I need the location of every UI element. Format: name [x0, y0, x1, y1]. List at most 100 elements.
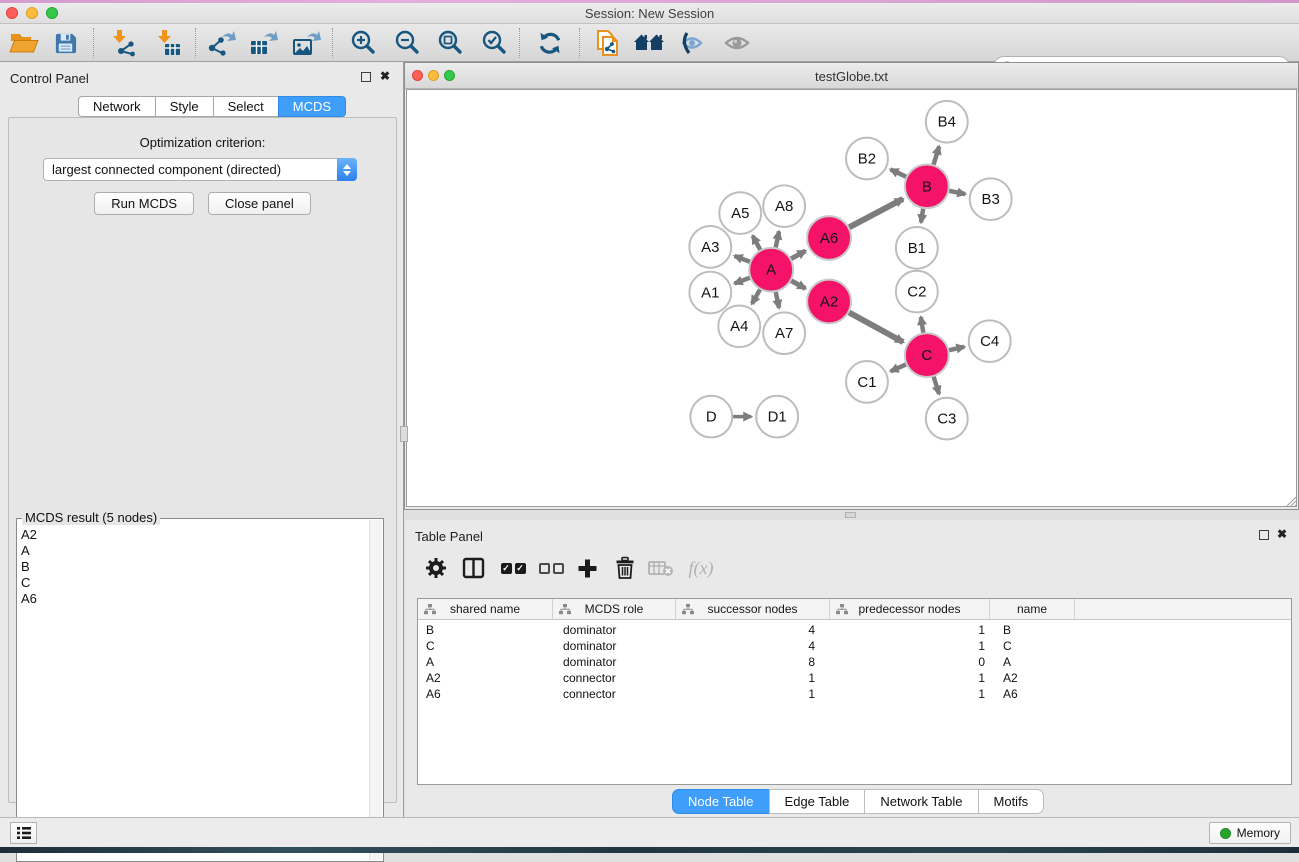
task-history-button[interactable] — [10, 822, 37, 844]
table-row[interactable]: C dominator 4 1 C — [418, 638, 1291, 654]
vertical-splitter-handle[interactable] — [400, 426, 408, 442]
memory-button[interactable]: Memory — [1209, 822, 1291, 844]
tab-mcds[interactable]: MCDS — [278, 96, 346, 117]
graph-node-A2[interactable]: A2 — [807, 280, 851, 324]
save-session-icon[interactable] — [46, 27, 84, 59]
open-file-icon[interactable] — [5, 27, 43, 59]
graph-node-B4[interactable]: B4 — [926, 101, 968, 143]
graph-node-A4[interactable]: A4 — [718, 305, 760, 347]
graph-node-C1[interactable]: C1 — [846, 361, 888, 403]
float-table-panel-icon[interactable] — [1259, 530, 1269, 540]
home-icon[interactable] — [630, 27, 668, 59]
graph-node-C3[interactable]: C3 — [926, 398, 968, 440]
node-table[interactable]: shared name MCDS role successor nodes pr… — [417, 598, 1292, 785]
run-mcds-button[interactable]: Run MCDS — [94, 192, 194, 215]
zoom-in-icon[interactable] — [344, 27, 382, 59]
tab-node-table[interactable]: Node Table — [672, 789, 769, 814]
resize-grip-icon[interactable] — [1284, 495, 1297, 508]
table-row[interactable]: A6 connector 1 1 A6 — [418, 686, 1291, 702]
select-stepper-icon — [337, 158, 357, 181]
deselect-all-rows-icon[interactable] — [533, 552, 569, 584]
graph-node-B2[interactable]: B2 — [846, 138, 888, 180]
export-image-icon[interactable] — [287, 27, 325, 59]
svg-text:A2: A2 — [820, 293, 838, 310]
svg-text:C2: C2 — [907, 284, 926, 301]
graph-node-B1[interactable]: B1 — [896, 227, 938, 269]
svg-text:A4: A4 — [730, 318, 748, 335]
graph-node-A7[interactable]: A7 — [763, 312, 805, 354]
graph-node-C4[interactable]: C4 — [969, 320, 1011, 362]
graph-node-A[interactable]: A — [749, 248, 793, 292]
create-column-icon[interactable] — [569, 552, 605, 584]
result-item: A2 — [21, 527, 37, 543]
zoom-fit-icon[interactable] — [431, 27, 469, 59]
delete-table-icon-disabled — [643, 552, 679, 584]
network-window-titlebar[interactable]: testGlobe.txt — [405, 63, 1298, 89]
graph-node-D1[interactable]: D1 — [756, 396, 798, 438]
zoom-out-icon[interactable] — [388, 27, 426, 59]
optimization-criterion-label: Optimization criterion: — [9, 135, 396, 150]
hide-graphics-details-icon[interactable] — [673, 27, 711, 59]
tab-network[interactable]: Network — [78, 96, 155, 117]
selected-criterion-value: largest connected component (directed) — [44, 162, 337, 177]
float-panel-icon[interactable] — [361, 72, 371, 82]
tab-style[interactable]: Style — [155, 96, 213, 117]
graph-node-C[interactable]: C — [905, 333, 949, 377]
tab-network-table[interactable]: Network Table — [864, 789, 977, 814]
graph-node-D[interactable]: D — [690, 396, 732, 438]
optimization-criterion-select[interactable]: largest connected component (directed) — [43, 158, 357, 181]
memory-status-icon — [1220, 828, 1231, 839]
network-canvas[interactable]: B4 B2 B B3 A8A5 A6 A3 B1 A C2 A1 A2 A4 A7 C4 C C1 D D1 C3 — [406, 89, 1297, 507]
control-panel: Control Panel ✖ Network Style Select MCD… — [0, 62, 404, 817]
result-item: C — [21, 575, 37, 591]
table-settings-gear-icon[interactable] — [418, 552, 454, 584]
svg-text:A6: A6 — [820, 230, 838, 247]
svg-text:B: B — [922, 178, 932, 195]
svg-text:B3: B3 — [982, 191, 1000, 208]
table-row[interactable]: B dominator 4 1 B — [418, 622, 1291, 638]
mcds-result-box: MCDS result (5 nodes) A2 A B C A6 — [16, 518, 384, 862]
column-header-name[interactable]: name — [990, 599, 1075, 619]
column-header-successor-nodes[interactable]: successor nodes — [676, 599, 830, 619]
delete-column-trash-icon[interactable] — [607, 552, 643, 584]
show-graphics-details-icon[interactable] — [718, 27, 756, 59]
clone-network-icon[interactable] — [590, 27, 628, 59]
graph-node-B3[interactable]: B3 — [970, 178, 1012, 220]
close-panel-button[interactable]: Close panel — [208, 192, 311, 215]
graph-node-B[interactable]: B — [905, 164, 949, 208]
graph-node-A1[interactable]: A1 — [689, 272, 731, 314]
graph-node-A6[interactable]: A6 — [807, 216, 851, 260]
import-table-icon[interactable] — [149, 27, 187, 59]
show-columns-icon[interactable] — [455, 552, 491, 584]
tab-edge-table[interactable]: Edge Table — [769, 789, 865, 814]
tab-motifs[interactable]: Motifs — [978, 789, 1045, 814]
export-table-icon[interactable] — [244, 27, 282, 59]
select-all-rows-icon[interactable]: ✓✓ — [495, 552, 531, 584]
import-network-icon[interactable] — [104, 27, 142, 59]
horizontal-splitter-handle[interactable] — [845, 512, 856, 518]
column-header-predecessor-nodes[interactable]: predecessor nodes — [830, 599, 990, 619]
close-panel-icon[interactable]: ✖ — [380, 69, 390, 83]
column-header-shared-name[interactable]: shared name — [418, 599, 553, 619]
tab-select[interactable]: Select — [213, 96, 278, 117]
table-row[interactable]: A2 connector 1 1 A2 — [418, 670, 1291, 686]
mcds-result-title: MCDS result (5 nodes) — [22, 510, 160, 525]
close-table-panel-icon[interactable]: ✖ — [1277, 527, 1287, 541]
control-panel-title: Control Panel — [10, 71, 89, 86]
graph-node-A5[interactable]: A5 — [719, 192, 761, 234]
graph-node-A3[interactable]: A3 — [689, 226, 731, 268]
svg-text:D1: D1 — [768, 409, 787, 426]
graph-node-A8[interactable]: A8 — [763, 185, 805, 227]
result-scrollbar[interactable] — [369, 520, 382, 860]
svg-text:D: D — [706, 409, 717, 426]
network-window-title: testGlobe.txt — [405, 69, 1298, 84]
table-toolbar: ✓✓ f(x) — [405, 548, 1299, 588]
graph-node-C2[interactable]: C2 — [896, 271, 938, 313]
refresh-icon[interactable] — [531, 27, 569, 59]
result-item: A — [21, 543, 37, 559]
column-header-mcds-role[interactable]: MCDS role — [553, 599, 676, 619]
zoom-selected-icon[interactable] — [475, 27, 513, 59]
export-network-icon[interactable] — [202, 27, 240, 59]
table-row[interactable]: A dominator 8 0 A — [418, 654, 1291, 670]
svg-text:A1: A1 — [701, 285, 719, 302]
